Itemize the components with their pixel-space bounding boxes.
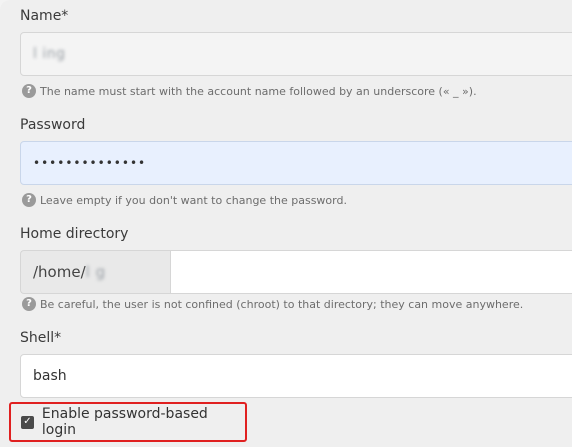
help-icon: ? xyxy=(22,193,36,207)
name-help: ? The name must start with the account n… xyxy=(22,84,477,98)
password-login-checkbox[interactable]: ✓ xyxy=(21,415,34,429)
name-value-blurred: l ing xyxy=(33,46,66,62)
name-help-text: The name must start with the account nam… xyxy=(40,84,477,98)
home-directory-input[interactable] xyxy=(170,250,572,294)
password-value: •••••••••••••• xyxy=(33,156,147,170)
shell-value: bash xyxy=(33,368,67,384)
password-help: ? Leave empty if you don't want to chang… xyxy=(22,193,347,207)
password-input[interactable]: •••••••••••••• xyxy=(20,141,572,185)
password-label: Password xyxy=(20,117,86,133)
help-icon: ? xyxy=(22,84,36,98)
name-input[interactable]: l ing xyxy=(20,32,572,76)
home-directory-label: Home directory xyxy=(20,226,129,242)
name-label: Name* xyxy=(20,8,69,24)
home-prefix-blurred: l g xyxy=(85,263,106,281)
password-login-option[interactable]: ✓ Enable password-based login xyxy=(9,402,247,442)
home-directory-group: /home/ l g xyxy=(20,250,572,294)
password-login-label: Enable password-based login xyxy=(41,406,208,438)
home-help: ? Be careful, the user is not confined (… xyxy=(22,297,523,311)
shell-label: Shell* xyxy=(20,330,62,346)
home-prefix-text: /home/ xyxy=(33,263,86,281)
home-directory-prefix: /home/ l g xyxy=(20,250,170,294)
shell-select[interactable]: bash xyxy=(20,354,572,398)
home-help-text: Be careful, the user is not confined (ch… xyxy=(40,297,524,311)
password-help-text: Leave empty if you don't want to change … xyxy=(40,193,347,207)
help-icon: ? xyxy=(22,297,36,311)
ftp-user-form: Name* l ing ? The name must start with t… xyxy=(0,0,572,447)
